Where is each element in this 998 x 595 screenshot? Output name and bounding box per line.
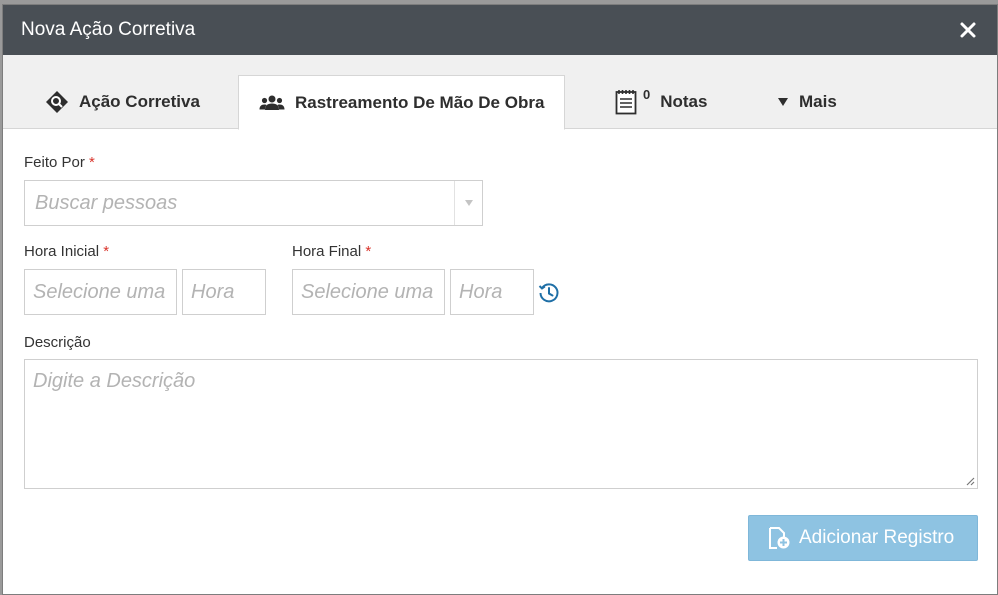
date-placeholder: Selecione uma: [33, 280, 166, 303]
add-document-icon: [769, 527, 790, 549]
people-icon: [259, 95, 285, 110]
feito-por-search-select[interactable]: Buscar pessoas: [24, 180, 483, 226]
hora-final-date-input[interactable]: Selecione uma: [292, 269, 445, 315]
tab-label: Ação Corretiva: [79, 92, 200, 111]
tab-bar: Ação Corretiva Rastreamento De Mão De Ob…: [3, 55, 997, 130]
descricao-placeholder: Digite a Descrição: [33, 370, 196, 392]
close-button[interactable]: [955, 17, 981, 43]
close-icon: [960, 22, 976, 38]
resize-handle-icon[interactable]: [965, 476, 975, 486]
tab-mais[interactable]: Mais: [777, 75, 837, 129]
date-placeholder: Selecione uma: [301, 280, 434, 303]
tab-label: Rastreamento De Mão De Obra: [295, 92, 545, 112]
dropdown-toggle[interactable]: [454, 181, 482, 225]
required-marker: *: [365, 243, 372, 260]
tab-label: Mais: [799, 92, 837, 111]
required-marker: *: [103, 243, 110, 260]
chevron-down-icon: [464, 200, 473, 206]
dialog-title: Nova Ação Corretiva: [21, 19, 196, 40]
feito-por-label: Feito Por *: [24, 154, 95, 171]
descricao-label: Descrição: [24, 334, 91, 351]
descricao-textarea[interactable]: Digite a Descrição: [24, 359, 978, 489]
caret-down-icon: [778, 98, 788, 106]
clock-icon: [538, 283, 559, 303]
tab-notas[interactable]: 0 Notas: [615, 75, 707, 129]
time-placeholder: Hora: [191, 280, 235, 303]
tab-rastreamento-mao-de-obra[interactable]: Rastreamento De Mão De Obra: [238, 75, 566, 130]
new-corrective-action-dialog: Nova Ação Corretiva Ação Corretiva Rastr…: [2, 4, 998, 595]
hora-inicial-date-input[interactable]: Selecione uma: [24, 269, 177, 315]
tab-acao-corretiva[interactable]: Ação Corretiva: [45, 75, 200, 129]
hora-inicial-label: Hora Inicial *: [24, 243, 110, 260]
notes-count: 0: [643, 86, 651, 102]
dialog-titlebar: Nova Ação Corretiva: [3, 5, 997, 55]
hora-final-label: Hora Final *: [292, 243, 372, 260]
add-record-label: Adicionar Registro: [799, 527, 955, 548]
time-picker-button[interactable]: [538, 282, 560, 309]
required-marker: *: [89, 154, 95, 171]
add-record-button[interactable]: Adicionar Registro: [748, 515, 978, 561]
time-placeholder: Hora: [459, 280, 503, 303]
feito-por-placeholder: Buscar pessoas: [35, 191, 178, 214]
notepad-icon: [615, 90, 637, 115]
hora-inicial-time-input[interactable]: Hora: [182, 269, 266, 315]
hora-final-time-input[interactable]: Hora: [450, 269, 534, 315]
tag-search-icon: [46, 91, 68, 113]
tab-label: Notas: [660, 92, 708, 111]
